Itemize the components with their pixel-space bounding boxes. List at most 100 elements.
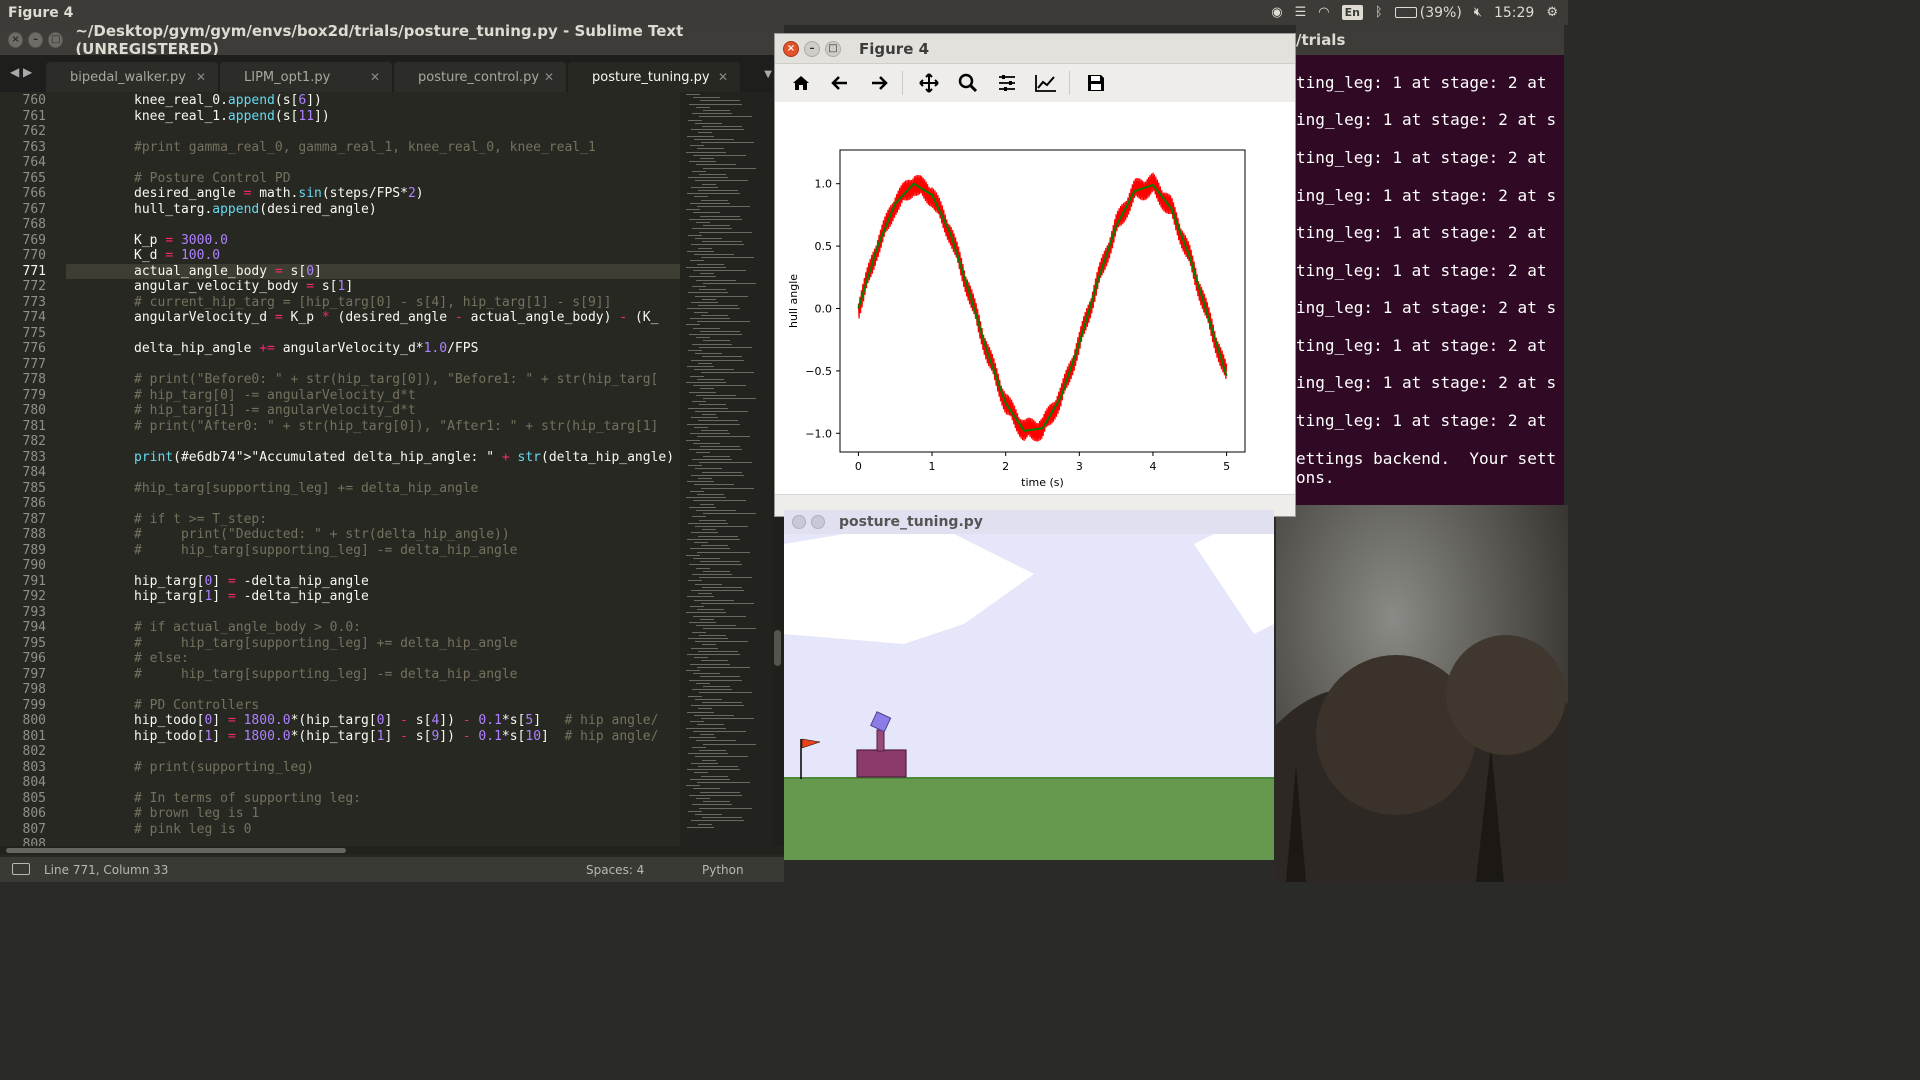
back-icon[interactable] — [824, 68, 856, 98]
close-window-button[interactable] — [792, 515, 806, 529]
minimap-line — [689, 564, 742, 566]
volume-muted-icon[interactable]: 🔇︎ — [1474, 5, 1482, 20]
minimap-line — [692, 804, 732, 806]
tab-nav-arrows-icon[interactable]: ◀ ▶ — [10, 65, 32, 79]
terminal-line: ing_leg: 1 at stage: 2 at s — [1296, 298, 1557, 317]
minimize-window-button[interactable]: – — [804, 40, 820, 57]
minimap-line — [696, 337, 710, 339]
horizontal-scroll-thumb[interactable] — [6, 848, 346, 853]
tab-bipedal-walker[interactable]: bipedal_walker.py ✕ — [46, 62, 218, 92]
minimap-line — [700, 330, 740, 332]
minimap-line — [697, 782, 750, 783]
syntax-setting[interactable]: Python — [702, 863, 744, 877]
terminal-line: ting_leg: 1 at stage: 2 at — [1296, 73, 1547, 92]
subplots-icon[interactable] — [991, 68, 1023, 98]
save-icon[interactable] — [1080, 68, 1112, 98]
code-line: # else: — [134, 651, 189, 666]
cursor-position[interactable]: Line 771, Column 33 — [44, 863, 168, 877]
line-number: 785 — [22, 480, 46, 496]
tab-close-icon[interactable]: ✕ — [196, 70, 206, 84]
minimap-line — [693, 500, 746, 502]
settings-gear-icon[interactable]: ⚙ — [1546, 5, 1558, 20]
updates-icon[interactable]: ◉ — [1271, 5, 1282, 20]
home-icon[interactable] — [785, 68, 817, 98]
minimap-line — [698, 535, 738, 537]
minimap-line — [694, 196, 708, 198]
bluetooth-icon[interactable]: ᛒ — [1375, 5, 1383, 20]
minimap-line — [686, 266, 726, 268]
tab-close-icon[interactable]: ✕ — [718, 70, 728, 84]
tab-dropdown-icon[interactable]: ▼ — [764, 69, 772, 80]
minimap-line — [692, 516, 706, 518]
indentation-setting[interactable]: Spaces: 4 — [586, 863, 644, 877]
minimap-line — [699, 116, 752, 118]
code-line: actual_angle_body = s[0] — [134, 263, 322, 279]
line-number: 795 — [22, 635, 46, 651]
minimap-line — [695, 814, 722, 815]
terminal-window[interactable]: /trials ting_leg: 1 at stage: 2 at ing_le… — [1296, 25, 1564, 505]
horizontal-scrollbar[interactable] — [0, 846, 784, 855]
line-number: 770 — [22, 248, 46, 263]
minimap-line — [695, 526, 748, 527]
tab-close-icon[interactable]: ✕ — [370, 70, 380, 84]
line-number: 790 — [22, 558, 46, 573]
minimize-window-button[interactable]: – — [28, 32, 44, 48]
line-number: 784 — [22, 465, 46, 480]
maximize-window-button[interactable]: □ — [825, 40, 841, 57]
code-editor[interactable]: 760 761 762 763 764 765 766 767 768 769 770 771 772 7… — [0, 92, 784, 852]
sublime-text-window: × – □ ~/Desktop/gym/gym/envs/box2d/trial… — [0, 22, 784, 882]
panel-toggle-icon[interactable] — [12, 863, 30, 875]
minimap-line — [697, 436, 750, 438]
minimap-line — [699, 174, 726, 175]
code-line: # print("Before0: " + str(hip_targ[0]), … — [134, 372, 659, 387]
wifi-icon[interactable]: ◠ — [1318, 5, 1329, 20]
tab-close-icon[interactable]: ✕ — [544, 70, 554, 84]
code-line: # hip_targ[supporting_leg] += delta_hip_… — [134, 635, 518, 651]
tab-posture-control[interactable]: posture_control.py ✕ — [394, 62, 566, 92]
line-number: 771 — [22, 263, 46, 279]
minimap-line — [686, 94, 700, 95]
plot-canvas[interactable]: 0 1 2 3 4 5 −1.0 −0.5 0.0 0.5 1.0 time (s) hull angl… — [775, 102, 1295, 494]
minimap-line — [700, 446, 740, 447]
code-area[interactable]: knee_real_0.append(s[6]) knee_real_1.appe… — [66, 92, 680, 848]
line-number: 805 — [22, 790, 46, 806]
minimap-line — [700, 676, 740, 678]
notes-icon[interactable]: ☰ — [1295, 5, 1307, 20]
pan-icon[interactable] — [913, 68, 945, 98]
minimap-line — [696, 682, 710, 684]
minimap-line — [703, 398, 756, 399]
y-tick-label: 1.0 — [815, 178, 833, 191]
minimap[interactable] — [680, 92, 772, 848]
tab-posture-tuning[interactable]: posture_tuning.py ✕ — [568, 62, 740, 92]
tab-label: LIPM_opt1.py — [244, 69, 331, 85]
system-tray: ◉ ☰ ◠ En ᛒ (39%) 🔇︎ 15:29 ⚙ — [1271, 0, 1558, 25]
clock[interactable]: 15:29 — [1494, 5, 1534, 21]
minimap-line — [689, 334, 742, 335]
maximize-window-button[interactable]: □ — [48, 32, 64, 48]
minimap-line — [700, 215, 740, 217]
minimap-line — [701, 602, 754, 604]
vertical-scroll-thumb[interactable] — [774, 630, 781, 666]
close-window-button[interactable]: × — [8, 32, 24, 48]
customize-icon[interactable] — [1030, 68, 1062, 98]
tab-lipm-opt1[interactable]: LIPM_opt1.py ✕ — [220, 62, 392, 92]
minimap-line — [700, 388, 714, 390]
minimap-line — [695, 295, 748, 297]
battery-indicator[interactable]: (39%) — [1394, 5, 1462, 21]
minimap-line — [698, 650, 738, 652]
minimap-line — [696, 452, 710, 454]
minimize-window-button[interactable] — [811, 515, 825, 529]
minimap-line — [690, 606, 704, 607]
line-number: 792 — [22, 589, 46, 604]
keyboard-layout[interactable]: En — [1341, 5, 1363, 20]
zoom-icon[interactable] — [952, 68, 984, 98]
walker-neck — [876, 729, 885, 752]
minimap-line — [690, 721, 704, 723]
minimap-line — [703, 340, 730, 342]
minimap-line — [695, 641, 748, 643]
minimap-line — [696, 279, 736, 281]
close-window-button[interactable]: × — [783, 40, 799, 57]
code-line: angular_velocity_body = s[1] — [134, 279, 354, 294]
minimap-line — [695, 583, 722, 585]
forward-icon[interactable] — [863, 68, 895, 98]
